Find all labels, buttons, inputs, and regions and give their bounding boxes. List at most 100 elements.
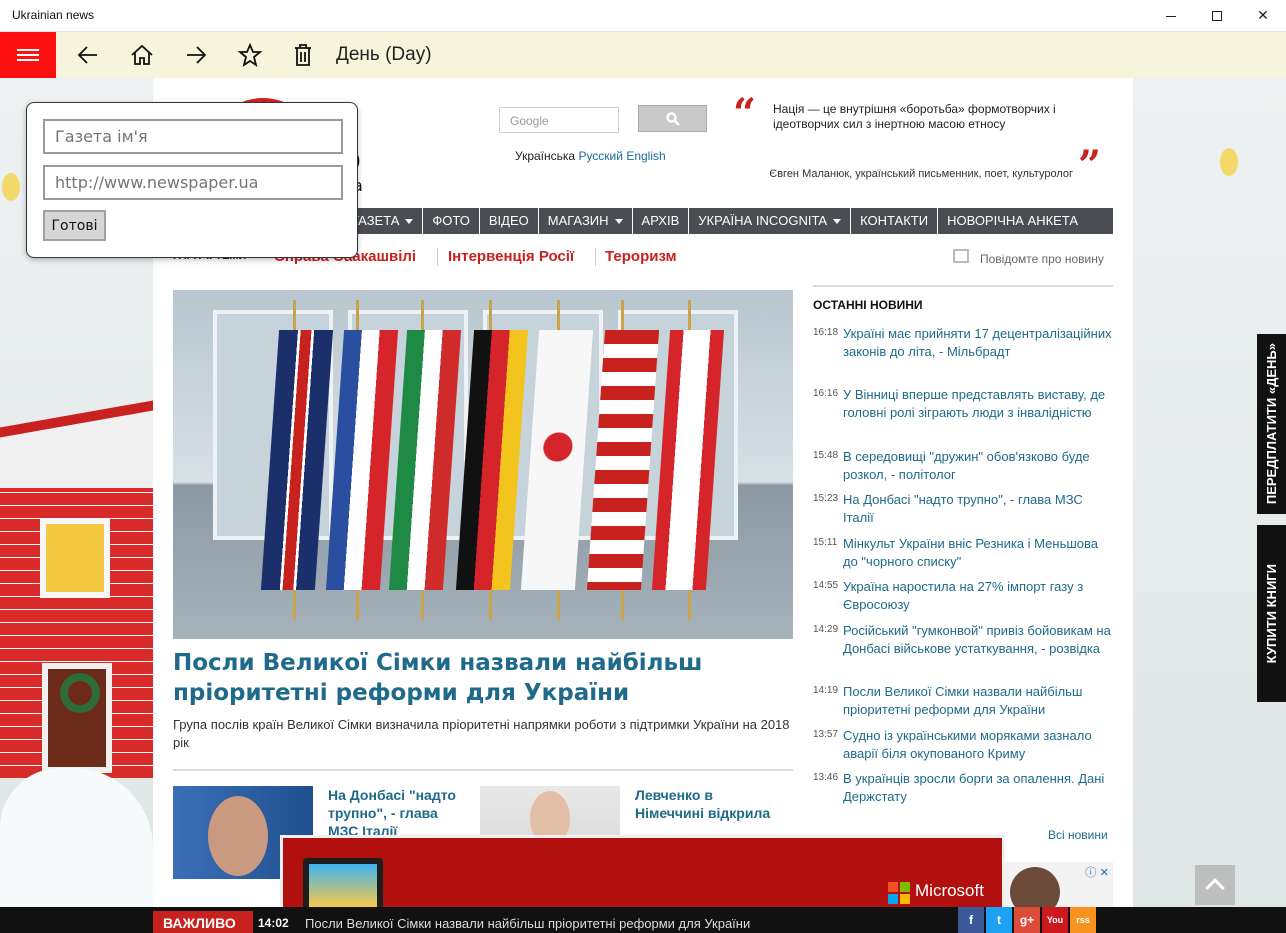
window-titlebar: Ukrainian news ✕: [0, 0, 1286, 32]
nav-item-label: УКРАЇНА INCOGNITA: [698, 213, 828, 228]
nav-item-archive[interactable]: АРХІВ: [633, 208, 690, 234]
quote-close-icon: ”: [1078, 142, 1102, 189]
logo-square: [900, 894, 910, 904]
hero-headline-link[interactable]: Посли Великої Сімки назвали найбільш прі…: [173, 648, 793, 708]
language-english[interactable]: English: [626, 149, 665, 163]
language-ukrainian[interactable]: Українська: [515, 149, 575, 163]
report-news-link[interactable]: Повідомте про новину: [980, 252, 1104, 266]
main-navigation: ГАЗЕТА ФОТО ВІДЕО МАГАЗИН АРХІВ УКРАЇНА …: [343, 208, 1113, 234]
news-list-item[interactable]: 13:57 Судно із українськими моряками зазн…: [813, 727, 1113, 763]
logo-square: [888, 894, 898, 904]
news-time: 14:19: [813, 685, 839, 696]
trash-icon: [295, 44, 311, 66]
nav-item-label: АРХІВ: [641, 213, 680, 228]
portrait-face: [1010, 867, 1060, 907]
language-russian[interactable]: Русский: [578, 149, 623, 163]
news-link[interactable]: Судно із українськими моряками зазнало а…: [843, 727, 1113, 763]
news-link[interactable]: На Донбасі "надто трупно", - глава МЗС І…: [843, 491, 1113, 527]
hamburger-menu-button[interactable]: [0, 32, 56, 78]
nav-item-label: ВІДЕО: [488, 213, 529, 228]
nav-item-new-year-survey[interactable]: НОВОРІЧНА АНКЕТА: [938, 208, 1087, 234]
news-list-item[interactable]: 13:46 В українців зросли борги за опаленн…: [813, 770, 1113, 806]
google-plus-icon[interactable]: g+: [1014, 907, 1040, 933]
news-time: 15:23: [813, 493, 839, 504]
close-button[interactable]: ✕: [1240, 0, 1286, 32]
back-button[interactable]: [68, 32, 108, 78]
youtube-icon[interactable]: You: [1042, 907, 1068, 933]
news-link[interactable]: Україні має прийняти 17 децентралізаційн…: [843, 325, 1113, 361]
favorite-button[interactable]: [230, 32, 270, 78]
news-link[interactable]: Україна наростила на 27% імпорт газу з Є…: [843, 578, 1113, 614]
hot-topic-link[interactable]: Інтервенція Росії: [448, 248, 574, 265]
ticker-label: ВАЖЛИВО: [153, 911, 253, 933]
ticker-headline-link[interactable]: Посли Великої Сімки назвали найбільш прі…: [305, 916, 750, 931]
news-list-item[interactable]: 14:29 Російський "гумконвой" привіз бойов…: [813, 622, 1113, 658]
hot-topic-separator: [595, 248, 596, 266]
nav-item-ukraine-incognita[interactable]: УКРАЇНА INCOGNITA: [689, 208, 852, 234]
news-link[interactable]: В середовищі "дружин" обов'язково буде р…: [843, 448, 1113, 484]
house-window-decoration: [40, 518, 110, 598]
subscribe-side-tab[interactable]: ПЕРЕДПЛАТИТИ «ДЕНЬ»: [1257, 334, 1286, 514]
microsoft-ad-banner[interactable]: Microsoft: [280, 835, 1005, 907]
facebook-icon[interactable]: f: [958, 907, 984, 933]
news-link[interactable]: У Вінниці вперше представлять виставу, д…: [843, 386, 1113, 422]
hot-topic-link[interactable]: Тероризм: [605, 248, 677, 265]
news-list-item[interactable]: 14:55 Україна наростила на 27% імпорт газ…: [813, 578, 1113, 614]
hamburger-line: [17, 54, 39, 56]
nav-item-label: КОНТАКТИ: [860, 213, 929, 228]
news-list-item[interactable]: 15:11 Мінкульт України вніс Резника і Мен…: [813, 535, 1113, 571]
news-list-item[interactable]: 16:18 Україні має прийняти 17 децентраліз…: [813, 325, 1113, 361]
logo-square: [888, 882, 898, 892]
nav-item-video[interactable]: ВІДЕО: [480, 208, 539, 234]
google-search-button[interactable]: [638, 105, 707, 132]
google-search-input[interactable]: Google: [499, 107, 619, 133]
ad-info-icon[interactable]: ⓘ ✕: [1085, 864, 1109, 880]
news-list-item[interactable]: 15:23 На Донбасі "надто трупно", - глава …: [813, 491, 1113, 527]
minimize-button[interactable]: [1148, 0, 1194, 32]
logo-square: [900, 882, 910, 892]
home-icon: [131, 44, 153, 65]
article-headline-link[interactable]: Левченко в Німеччині відкрила: [635, 786, 775, 822]
star-icon: [237, 42, 263, 68]
article-headline-link[interactable]: На Донбасі "надто трупно", - глава МЗС І…: [328, 786, 468, 840]
scroll-to-top-button[interactable]: [1195, 865, 1235, 905]
newspaper-name-input[interactable]: [43, 119, 343, 154]
app-toolbar: День (Day): [0, 32, 1286, 78]
home-button[interactable]: [122, 32, 162, 78]
tablet-illustration: [303, 858, 383, 907]
add-newspaper-flyout: Готові: [26, 102, 358, 258]
arrow-right-icon: [187, 46, 207, 64]
buy-books-side-tab[interactable]: КУПИТИ КНИГИ: [1257, 525, 1286, 702]
maximize-icon: [1212, 11, 1222, 21]
forward-button[interactable]: [176, 32, 216, 78]
news-list-item[interactable]: 16:16 У Вінниці вперше представлять виста…: [813, 386, 1113, 422]
news-time: 13:46: [813, 772, 839, 783]
newspaper-url-input[interactable]: [43, 165, 343, 200]
nav-item-photo[interactable]: ФОТО: [423, 208, 480, 234]
news-list-item[interactable]: 15:48 В середовищі "дружин" обов'язково б…: [813, 448, 1113, 484]
side-ad[interactable]: ⓘ ✕: [1005, 862, 1113, 907]
quote-open-icon: “: [733, 90, 757, 137]
rss-icon[interactable]: rss: [1070, 907, 1096, 933]
news-link[interactable]: Російський "гумконвой" привіз бойовикам …: [843, 622, 1113, 658]
news-time: 13:57: [813, 729, 839, 740]
news-link[interactable]: Посли Великої Сімки назвали найбільш прі…: [843, 683, 1113, 719]
news-time: 14:55: [813, 580, 839, 591]
divider: [173, 769, 793, 771]
news-link[interactable]: В українців зросли борги за опалення. Да…: [843, 770, 1113, 806]
news-time: 14:29: [813, 624, 839, 635]
arrow-left-icon: [77, 46, 97, 64]
done-button[interactable]: Готові: [43, 210, 106, 241]
news-list-item[interactable]: 14:19 Посли Великої Сімки назвали найбіль…: [813, 683, 1113, 719]
nav-item-contacts[interactable]: КОНТАКТИ: [851, 208, 939, 234]
delete-button[interactable]: [283, 32, 323, 78]
maximize-button[interactable]: [1194, 0, 1240, 32]
hero-image[interactable]: [173, 290, 793, 639]
twitter-icon[interactable]: t: [986, 907, 1012, 933]
all-news-link[interactable]: Всі новини: [1048, 828, 1108, 842]
news-link[interactable]: Мінкульт України вніс Резника і Меньшова…: [843, 535, 1113, 571]
tablet-screen: [309, 864, 377, 907]
hamburger-line: [17, 49, 39, 51]
checkbox-icon[interactable]: [953, 249, 969, 263]
nav-item-shop[interactable]: МАГАЗИН: [539, 208, 633, 234]
